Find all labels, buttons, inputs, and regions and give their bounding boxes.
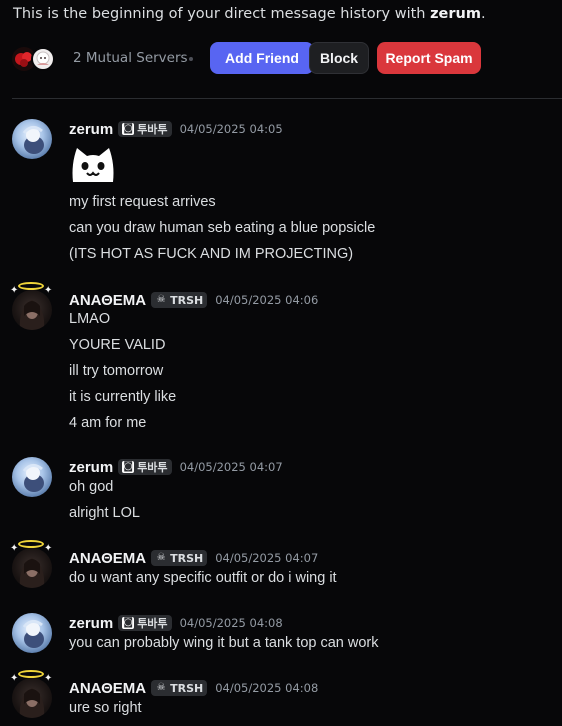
message-header: zerum ◙ 투바투 04/05/2025 04:05 bbox=[69, 119, 283, 139]
avatar[interactable] bbox=[12, 613, 52, 653]
clan-tag[interactable]: ◙ 투바투 bbox=[118, 615, 172, 631]
username[interactable]: ΑΝΑΘΕΜΑ bbox=[69, 680, 146, 697]
wing-icon: ✦ bbox=[10, 673, 19, 684]
avatar[interactable] bbox=[12, 548, 52, 588]
clan-tag-label: TRSH bbox=[170, 293, 204, 307]
cat-face-emoji bbox=[69, 142, 117, 186]
message-text: alright LOL bbox=[69, 505, 140, 521]
dm-intro-text: This is the beginning of your direct mes… bbox=[13, 6, 486, 22]
wing-icon: ✦ bbox=[44, 673, 53, 684]
wing-icon: ✦ bbox=[10, 543, 19, 554]
username[interactable]: zerum bbox=[69, 615, 113, 632]
wing-icon: ✦ bbox=[10, 285, 19, 296]
timestamp: 04/05/2025 04:08 bbox=[215, 681, 319, 695]
mutual-servers-link[interactable]: 2 Mutual Servers bbox=[73, 50, 188, 66]
skull-icon: ☠ bbox=[156, 682, 166, 693]
message-text: do u want any specific outfit or do i wi… bbox=[69, 570, 337, 586]
skull-icon: ☠ bbox=[156, 294, 166, 305]
message-header: zerum ◙ 투바투 04/05/2025 04:07 bbox=[69, 457, 283, 477]
separator-dot bbox=[189, 57, 193, 61]
message-group: ✦ ✦ ΑΝΑΘΕΜΑ ☠ TRSH 04/05/2025 04:08 ure s… bbox=[0, 670, 562, 723]
message-text: LMAO bbox=[69, 311, 111, 327]
timestamp: 04/05/2025 04:07 bbox=[215, 551, 319, 565]
message-text: you can probably wing it but a tank top … bbox=[69, 635, 379, 651]
block-button[interactable]: Block bbox=[309, 42, 369, 74]
clan-tag-label: 투바투 bbox=[137, 617, 168, 630]
wing-icon: ✦ bbox=[44, 543, 53, 554]
clan-tag-label: 투바투 bbox=[137, 461, 168, 474]
dm-intro-prefix: This is the beginning of your direct mes… bbox=[13, 6, 431, 22]
message-group: ✦ ✦ ΑΝΑΘΕΜΑ ☠ TRSH 04/05/2025 04:06 LMAO … bbox=[0, 282, 562, 435]
message-text: 4 am for me bbox=[69, 415, 147, 431]
message-text: ill try tomorrow bbox=[69, 363, 164, 379]
avatar[interactable] bbox=[12, 290, 52, 330]
timestamp: 04/05/2025 04:08 bbox=[179, 616, 283, 630]
clan-tag-label: 투바투 bbox=[137, 123, 168, 136]
profile-actions-row: 2 Mutual Servers Add Friend Block Report… bbox=[12, 42, 552, 74]
message-text: YOURE VALID bbox=[69, 337, 166, 353]
avatar[interactable] bbox=[12, 457, 52, 497]
message-text: oh god bbox=[69, 479, 114, 495]
message-group: ✦ ✦ ΑΝΑΘΕΜΑ ☠ TRSH 04/05/2025 04:07 do u … bbox=[0, 540, 562, 593]
halo-decoration bbox=[18, 670, 44, 678]
add-friend-button[interactable]: Add Friend bbox=[210, 42, 314, 74]
clan-tag[interactable]: ◙ 투바투 bbox=[118, 459, 172, 475]
skull-icon: ☠ bbox=[156, 552, 166, 563]
clan-tag[interactable]: ☠ TRSH bbox=[151, 292, 208, 308]
divider bbox=[12, 98, 562, 99]
message-header: zerum ◙ 투바투 04/05/2025 04:08 bbox=[69, 613, 283, 633]
halo-decoration bbox=[18, 540, 44, 548]
report-spam-button[interactable]: Report Spam bbox=[377, 42, 481, 74]
camera-icon: ◙ bbox=[122, 123, 135, 135]
dm-intro-username: zerum bbox=[430, 6, 481, 22]
clan-tag[interactable]: ☠ TRSH bbox=[151, 550, 208, 566]
message-text: (ITS HOT AS FUCK AND IM PROJECTING) bbox=[69, 246, 354, 262]
message-header: ΑΝΑΘΕΜΑ ☠ TRSH 04/05/2025 04:07 bbox=[69, 548, 318, 568]
message-header: ΑΝΑΘΕΜΑ ☠ TRSH 04/05/2025 04:08 bbox=[69, 678, 318, 698]
camera-icon: ◙ bbox=[122, 617, 135, 629]
username[interactable]: zerum bbox=[69, 459, 113, 476]
halo-decoration bbox=[18, 282, 44, 290]
clan-tag[interactable]: ◙ 투바투 bbox=[118, 121, 172, 137]
username[interactable]: ΑΝΑΘΕΜΑ bbox=[69, 550, 146, 567]
username[interactable]: zerum bbox=[69, 121, 113, 138]
avatar[interactable] bbox=[12, 678, 52, 718]
message-text: can you draw human seb eating a blue pop… bbox=[69, 220, 376, 236]
message-group: zerum ◙ 투바투 04/05/2025 04:05 my first req… bbox=[0, 119, 562, 269]
mutual-server-icon[interactable] bbox=[31, 47, 55, 71]
username[interactable]: ΑΝΑΘΕΜΑ bbox=[69, 292, 146, 309]
dm-intro-suffix: . bbox=[480, 6, 486, 22]
mutual-servers-avatars[interactable] bbox=[12, 47, 60, 71]
message-header: ΑΝΑΘΕΜΑ ☠ TRSH 04/05/2025 04:06 bbox=[69, 290, 318, 310]
wing-icon: ✦ bbox=[44, 285, 53, 296]
clan-tag-label: TRSH bbox=[170, 551, 204, 565]
camera-icon: ◙ bbox=[122, 461, 135, 473]
message-text: my first request arrives bbox=[69, 194, 216, 210]
clan-tag-label: TRSH bbox=[170, 681, 204, 695]
clan-tag[interactable]: ☠ TRSH bbox=[151, 680, 208, 696]
message-text: it is currently like bbox=[69, 389, 177, 405]
timestamp: 04/05/2025 04:05 bbox=[179, 122, 283, 136]
timestamp: 04/05/2025 04:07 bbox=[179, 460, 283, 474]
avatar[interactable] bbox=[12, 119, 52, 159]
message-group: zerum ◙ 투바투 04/05/2025 04:08 you can prob… bbox=[0, 613, 562, 658]
message-text: ure so right bbox=[69, 700, 142, 716]
message-group: zerum ◙ 투바투 04/05/2025 04:07 oh god alrig… bbox=[0, 457, 562, 527]
timestamp: 04/05/2025 04:06 bbox=[215, 293, 319, 307]
